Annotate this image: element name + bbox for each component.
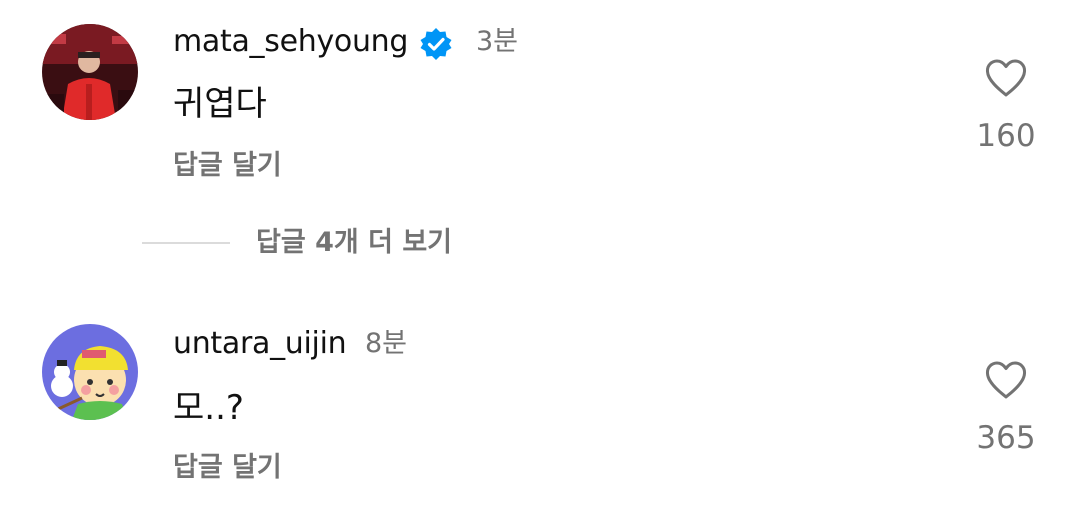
reply-button[interactable]: 답글 달기 xyxy=(173,150,282,182)
verified-badge-icon xyxy=(419,27,453,61)
view-more-replies-label[interactable]: 답글 4개 더 보기 xyxy=(256,226,452,260)
reply-button[interactable]: 답글 달기 xyxy=(173,452,282,484)
like-heart-icon[interactable] xyxy=(984,360,1028,400)
comment-time: 8분 xyxy=(365,328,408,359)
like-count: 365 xyxy=(976,420,1036,456)
profile-photo-icon xyxy=(42,24,138,120)
like-heart-icon[interactable] xyxy=(984,58,1028,98)
cartoon-avatar-icon xyxy=(42,324,138,420)
replies-divider xyxy=(142,242,230,244)
like-count: 160 xyxy=(976,118,1036,154)
avatar[interactable] xyxy=(42,324,138,420)
comment-username[interactable]: untara_uijin xyxy=(173,326,347,362)
comment-text: 귀엽다 xyxy=(173,84,267,124)
comment-username[interactable]: mata_sehyoung xyxy=(173,24,408,60)
avatar[interactable] xyxy=(42,24,138,120)
comment-text: 모..? xyxy=(173,388,244,428)
comment-time: 3분 xyxy=(476,26,519,57)
